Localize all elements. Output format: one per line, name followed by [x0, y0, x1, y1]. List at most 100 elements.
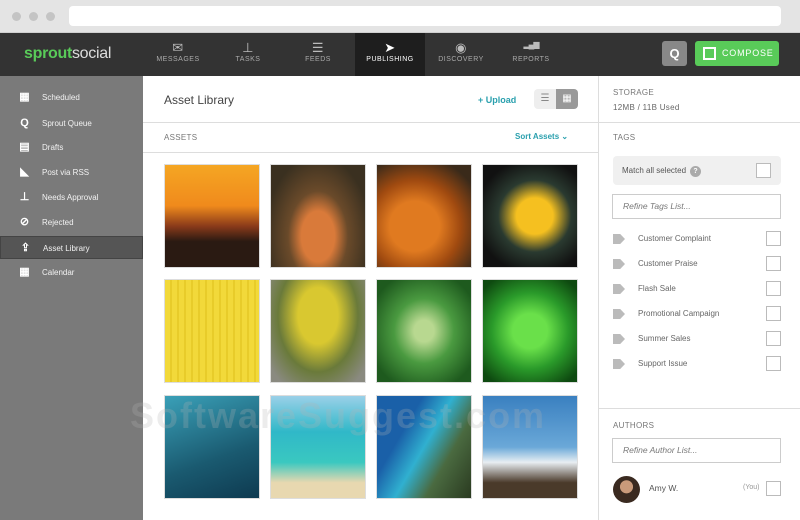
asset-yellow-flowers[interactable] [270, 279, 366, 383]
tag-item[interactable]: Customer Complaint [613, 231, 783, 247]
rss-icon: ◣ [20, 166, 29, 178]
pin-icon: ⊥ [242, 40, 254, 55]
nav-label: DISCOVERY [438, 56, 484, 63]
sidebar-item-needs-approval[interactable]: ⊥ Needs Approval [0, 186, 143, 209]
prohibited-icon: ⊘ [19, 216, 30, 228]
logo-rest: social [71, 45, 112, 62]
top-nav: sproutsocial ✉ MESSAGES ⊥ TASKS ☰ FEEDS ➤ PU… [0, 33, 800, 76]
page-title: Asset Library [164, 93, 235, 107]
asset-mountain[interactable] [482, 395, 578, 499]
nav-feeds[interactable]: ☰ FEEDS [283, 33, 353, 76]
asset-yellow-wall[interactable] [164, 279, 260, 383]
sidebar-item-drafts[interactable]: ▤ Drafts [0, 136, 143, 159]
compass-icon: ◉ [455, 40, 467, 55]
tag-label: Support Issue [638, 359, 688, 368]
logo-bold: sprout [24, 45, 72, 62]
sort-assets-dropdown[interactable]: Sort Assets ⌄ [515, 132, 568, 141]
tag-label: Promotional Campaign [638, 309, 720, 318]
storage-value: 12MB / 11B Used [613, 103, 680, 112]
match-all-checkbox[interactable] [756, 163, 771, 178]
stamp-icon: ⊥ [19, 191, 30, 203]
main-panel: Asset Library + Upload ☰ ▦ ASSETS Sort A… [143, 76, 598, 520]
sidebar-item-calendar[interactable]: ▦ Calendar [0, 261, 143, 284]
sidebar-item-sprout-queue[interactable]: Q Sprout Queue [0, 112, 143, 135]
nav-label: TASKS [235, 56, 261, 63]
tag-checkbox[interactable] [766, 306, 781, 321]
tag-checkbox[interactable] [766, 331, 781, 346]
sidebar-label: Drafts [42, 143, 64, 152]
sidebar-label: Rejected [42, 218, 74, 227]
tag-checkbox[interactable] [766, 256, 781, 271]
tag-item[interactable]: Customer Praise [613, 256, 783, 272]
address-bar[interactable] [69, 6, 781, 26]
asset-coast[interactable] [376, 395, 472, 499]
tag-label: Flash Sale [638, 284, 676, 293]
asset-leaf[interactable] [376, 279, 472, 383]
tags-label: TAGS [613, 133, 636, 142]
envelope-icon: ✉ [172, 40, 184, 55]
filter-panel: STORAGE 12MB / 11B Used TAGS Match all s… [598, 76, 800, 520]
nav-messages[interactable]: ✉ MESSAGES [143, 33, 213, 76]
tag-item[interactable]: Summer Sales [613, 331, 783, 347]
asset-surfer[interactable] [164, 395, 260, 499]
divider [599, 408, 800, 409]
divider [599, 122, 800, 123]
list-icon: ☰ [311, 40, 325, 55]
author-name: Amy W. [649, 483, 679, 493]
browser-chrome [0, 0, 800, 33]
grid-view-button[interactable]: ▦ [556, 89, 578, 109]
search-icon: Q [669, 46, 680, 61]
nav-label: MESSAGES [156, 56, 200, 63]
asset-beach[interactable] [270, 395, 366, 499]
nav-tasks[interactable]: ⊥ TASKS [213, 33, 283, 76]
logo[interactable]: sproutsocial [24, 45, 111, 63]
help-icon[interactable]: ? [690, 166, 702, 177]
tag-item[interactable]: Support Issue [613, 356, 783, 372]
tag-icon [613, 284, 625, 294]
sidebar-item-scheduled[interactable]: ▦ Scheduled [0, 86, 143, 109]
window-dot[interactable] [29, 12, 38, 21]
author-checkbox[interactable] [766, 481, 781, 496]
queue-icon: Q [20, 117, 29, 129]
tag-icon [613, 359, 625, 369]
refine-authors-input[interactable]: Refine Author List... [612, 438, 781, 463]
sidebar-item-asset-library[interactable]: ⇪ Asset Library [0, 236, 143, 259]
asset-sunset[interactable] [164, 164, 260, 268]
window-dot[interactable] [12, 12, 21, 21]
asset-pumpkins[interactable] [376, 164, 472, 268]
list-icon: ☰ [540, 93, 550, 104]
asset-succulent[interactable] [270, 164, 366, 268]
tag-icon [613, 334, 625, 344]
nav-publishing[interactable]: ➤ PUBLISHING [355, 33, 425, 76]
tag-label: Customer Praise [638, 259, 698, 268]
sidebar-label: Asset Library [43, 244, 90, 253]
nav-label: PUBLISHING [366, 56, 414, 63]
author-you-note: (You) [743, 484, 760, 491]
sidebar-item-rejected[interactable]: ⊘ Rejected [0, 211, 143, 234]
calendar-grid-icon: ▦ [19, 266, 30, 278]
authors-label: AUTHORS [613, 421, 655, 430]
tag-checkbox[interactable] [766, 231, 781, 246]
tag-checkbox[interactable] [766, 356, 781, 371]
nav-discovery[interactable]: ◉ DISCOVERY [426, 33, 496, 76]
compose-button[interactable]: COMPOSE [695, 41, 779, 66]
grid-icon: ▦ [562, 93, 572, 104]
tag-label: Summer Sales [638, 334, 691, 343]
upload-button[interactable]: + Upload [478, 95, 516, 105]
sidebar-item-rss[interactable]: ◣ Post via RSS [0, 161, 143, 184]
tag-checkbox[interactable] [766, 281, 781, 296]
tag-item[interactable]: Flash Sale [613, 281, 783, 297]
list-view-button[interactable]: ☰ [534, 89, 556, 109]
search-button[interactable]: Q [662, 41, 687, 66]
sidebar-label: Calendar [42, 268, 75, 277]
asset-tulips[interactable] [482, 164, 578, 268]
assets-label: ASSETS [164, 133, 198, 142]
window-dot[interactable] [46, 12, 55, 21]
tag-item[interactable]: Promotional Campaign [613, 306, 783, 322]
asset-green-leaves[interactable] [482, 279, 578, 383]
sidebar-label: Post via RSS [42, 168, 90, 177]
refine-tags-input[interactable]: Refine Tags List... [612, 194, 781, 219]
sidebar-label: Needs Approval [42, 193, 99, 202]
nav-reports[interactable]: ▂▄▆ REPORTS [496, 33, 566, 76]
tag-icon [613, 259, 625, 269]
